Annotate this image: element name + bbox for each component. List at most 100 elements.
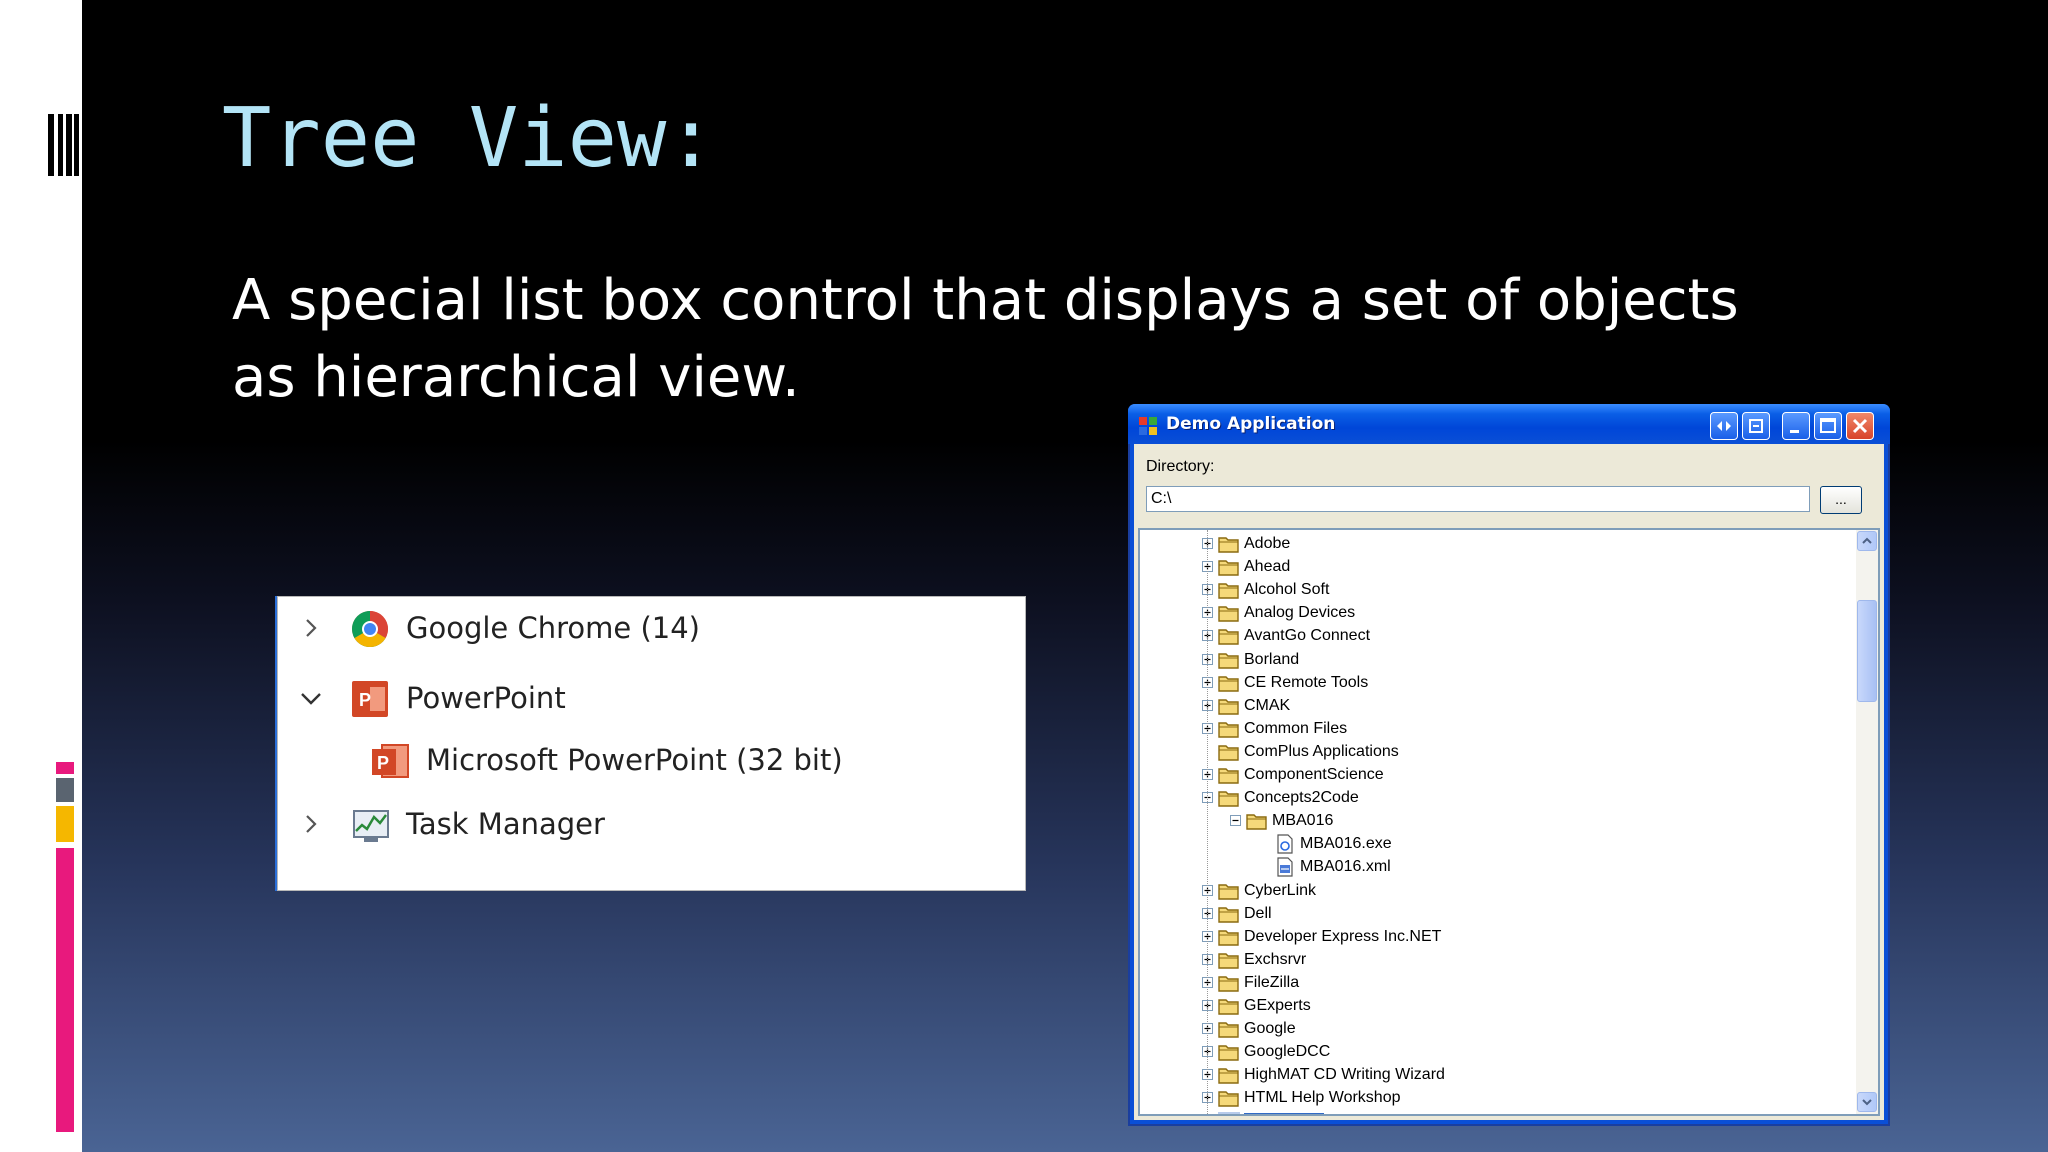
tree-node-label: MBA016.exe [1300,835,1392,853]
tree-node[interactable]: Exchsrvr [1140,949,1840,972]
collapse-minus-icon[interactable] [1230,815,1241,827]
accent-bar-gray [56,778,74,802]
tree-node[interactable]: MBA016.xml [1140,856,1840,879]
tree-node[interactable]: Google [1140,1018,1840,1041]
maximize-button[interactable] [1814,412,1842,440]
exe-file-icon [1277,834,1293,854]
scroll-up-button[interactable] [1857,531,1877,551]
task-manager-tree: Google Chrome (14) P PowerPoint P Micros… [277,596,1026,891]
maximize-icon [1820,418,1836,433]
tree-node[interactable]: CyberLink [1140,880,1840,903]
expand-plus-icon[interactable] [1202,1116,1213,1117]
folder-icon [1218,745,1239,761]
tree-node[interactable]: CE Remote Tools [1140,672,1840,695]
window-title: Demo Application [1166,414,1336,434]
tree-row-label: Google Chrome (14) [406,611,700,645]
close-button[interactable] [1846,412,1874,440]
scroll-thumb[interactable] [1857,600,1877,702]
resize-button[interactable] [1710,412,1738,440]
tree-node[interactable]: HTML Help Workshop [1140,1087,1840,1110]
folder-icon [1218,929,1239,946]
tree-node[interactable]: ComponentScience [1140,764,1840,787]
tree-node-label [1244,1112,1324,1114]
folder-icon [1218,906,1239,923]
tree-node-label: Exchsrvr [1244,950,1307,968]
folder-icon [1218,883,1239,900]
tree-node[interactable]: Dell [1140,903,1840,926]
folder-icon [1218,791,1239,807]
chevron-down-icon [1862,1099,1872,1106]
chevron-right-icon[interactable] [298,615,324,641]
demo-application-window: Demo Application Directory: ... Adobe Ahe… [1128,404,1890,1126]
tree-node[interactable]: Common Files [1140,718,1840,741]
tree-node[interactable]: Developer Express Inc.NET [1140,926,1840,949]
tree-node[interactable]: Adobe [1140,533,1840,556]
scroll-down-button[interactable] [1857,1092,1877,1112]
tree-guide-line [1207,530,1208,1114]
tree-node[interactable]: Analog Devices [1140,602,1840,625]
folder-icon [1218,953,1239,969]
tree-node[interactable]: Borland [1140,649,1840,672]
tree-node-label: Google [1244,1020,1296,1038]
tree-node-label: ComPlus Applications [1244,742,1399,760]
tree-node-label: CE Remote Tools [1244,673,1369,691]
folder-icon [1246,814,1267,830]
tree-node-label: HTML Help Workshop [1244,1089,1401,1107]
browse-button[interactable]: ... [1820,486,1862,514]
vertical-scrollbar[interactable] [1856,530,1878,1114]
folder-icon [1218,675,1239,692]
decorative-stripes [48,114,80,176]
tree-node[interactable]: AvantGo Connect [1140,625,1840,648]
chevron-right-icon[interactable] [298,811,324,837]
folder-icon [1218,629,1239,646]
tree-node[interactable] [1140,1111,1840,1117]
tree-node[interactable]: GExperts [1140,995,1840,1018]
tree-node-label: Adobe [1244,535,1291,552]
close-icon [1852,418,1868,434]
chevron-up-icon [1862,537,1872,544]
tree-row-powerpoint[interactable]: P PowerPoint [278,671,1025,727]
xml-file-icon [1277,857,1293,877]
directory-tree-view[interactable]: Adobe Ahead Alcohol Soft Analog Devices Avan… [1138,528,1880,1116]
tree-row-google-chrome[interactable]: Google Chrome (14) [278,601,1025,657]
chrome-icon [351,611,389,648]
tree-node[interactable]: HighMAT CD Writing Wizard [1140,1064,1840,1087]
tree-node[interactable]: ComPlus Applications [1140,741,1840,764]
restore-window-button[interactable] [1742,412,1770,440]
tree-node[interactable]: Concepts2Code [1140,787,1840,810]
arrows-icon [1717,421,1731,431]
tree-row-label: Task Manager [406,807,605,841]
folder-icon [1218,698,1239,715]
tree-node-label: Ahead [1244,558,1291,576]
folder-icon [1218,537,1239,553]
tree-node[interactable]: CMAK [1140,695,1840,718]
tree-node[interactable]: MBA016.exe [1140,833,1840,856]
minimize-icon [1790,430,1799,433]
tree-node-label: FileZilla [1244,973,1300,991]
folder-icon [1218,1022,1239,1038]
tree-node[interactable]: MBA016 [1140,810,1840,833]
tree-node[interactable]: FileZilla [1140,972,1840,995]
directory-input[interactable] [1146,486,1810,512]
tree-node-label: CyberLink [1244,881,1317,899]
minimize-button[interactable] [1782,412,1810,440]
tree-row-label: Microsoft PowerPoint (32 bit) [426,743,843,777]
tree-node[interactable]: Ahead [1140,556,1840,579]
svg-text:P: P [377,753,389,773]
powerpoint-icon: P [352,681,388,717]
folder-icon [1218,999,1239,1015]
svg-text:P: P [359,690,371,710]
slide-title: Tree View: [222,91,716,186]
tree-row-task-manager[interactable]: Task Manager [278,797,1025,853]
tree-row-microsoft-powerpoint[interactable]: P Microsoft PowerPoint (32 bit) [278,733,1025,789]
folder-icon [1218,1068,1239,1084]
tree-node[interactable]: Alcohol Soft [1140,579,1840,602]
tree-node[interactable]: GoogleDCC [1140,1041,1840,1064]
tree-node-label: MBA016 [1272,812,1334,830]
folder-icon [1218,722,1239,738]
chevron-down-icon[interactable] [298,685,324,711]
tree-node-label: ComponentScience [1244,766,1384,783]
tree-node-label: Alcohol Soft [1244,581,1330,599]
window-titlebar[interactable]: Demo Application [1128,404,1890,444]
slide-body-text: A special list box control that displays… [232,268,1739,410]
